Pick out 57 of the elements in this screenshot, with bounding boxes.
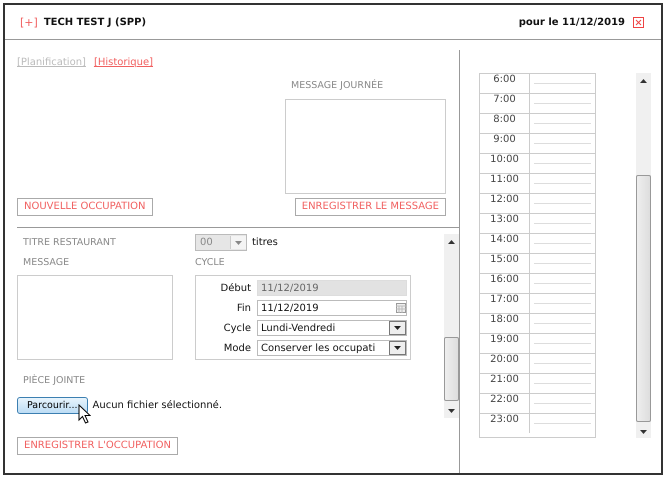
hour-cell: 21:00 bbox=[480, 374, 530, 393]
hour-cell: 9:00 bbox=[480, 134, 530, 153]
dropdown[interactable]: Conserver les occupati bbox=[257, 340, 407, 356]
hour-cell: 19:00 bbox=[480, 334, 530, 353]
message-field[interactable] bbox=[17, 275, 173, 360]
file-status: Aucun fichier sélectionné. bbox=[92, 400, 222, 411]
field-label: Mode bbox=[222, 342, 252, 354]
field-label: TITRE RESTAURANT bbox=[23, 237, 117, 248]
field-label: Cycle bbox=[222, 322, 252, 334]
field-label: Début bbox=[220, 282, 252, 294]
date-field[interactable]: 11/12/2019 bbox=[257, 300, 407, 316]
scroll-down-icon[interactable] bbox=[448, 409, 455, 413]
scrollbar[interactable] bbox=[636, 73, 651, 438]
save-message-button[interactable]: ENREGISTRER LE MESSAGE bbox=[294, 198, 446, 216]
tab[interactable]: [Historique] bbox=[94, 57, 154, 75]
close-icon[interactable] bbox=[633, 16, 644, 28]
tab[interactable]: [Planification] bbox=[17, 57, 86, 75]
unit-label: titres bbox=[252, 237, 278, 248]
pointer-cursor-icon bbox=[78, 404, 91, 424]
caret-icon bbox=[394, 346, 401, 350]
caret-icon bbox=[394, 326, 401, 330]
field-label: Fin bbox=[236, 302, 252, 314]
scrollbar[interactable] bbox=[444, 234, 459, 418]
hour-cell: 12:00 bbox=[480, 194, 530, 213]
new-occupation-button[interactable]: NOUVELLE OCCUPATION bbox=[17, 198, 152, 216]
field-label: MESSAGE bbox=[23, 257, 70, 268]
hour-cell: 10:00 bbox=[480, 154, 530, 173]
hour-cell: 14:00 bbox=[480, 234, 530, 253]
hour-cell: 6:00 bbox=[480, 74, 530, 93]
hour-cell: 8:00 bbox=[480, 114, 530, 133]
hour-cell: 17:00 bbox=[480, 294, 530, 313]
field-label: CYCLE bbox=[195, 257, 225, 268]
field-label: MESSAGE JOURNÉE bbox=[291, 80, 384, 91]
expand-link[interactable]: [+] bbox=[20, 16, 38, 28]
calendar-icon[interactable] bbox=[396, 303, 406, 313]
hour-cell: 7:00 bbox=[480, 94, 530, 113]
hour-cell: 13:00 bbox=[480, 214, 530, 233]
scroll-up-icon[interactable] bbox=[640, 79, 647, 83]
message-field[interactable] bbox=[285, 99, 446, 194]
caret-icon bbox=[235, 240, 242, 244]
hour-cell: 15:00 bbox=[480, 254, 530, 273]
scroll-down-icon[interactable] bbox=[640, 430, 647, 434]
hour-cell: 16:00 bbox=[480, 274, 530, 293]
date-label: pour le 11/12/2019 bbox=[518, 16, 625, 28]
save-occupation-button[interactable]: ENREGISTRER L'OCCUPATION bbox=[17, 437, 178, 455]
hour-cell: 20:00 bbox=[480, 354, 530, 373]
hour-cell: 23:00 bbox=[480, 414, 530, 433]
window-title: TECH TEST J (SPP) bbox=[44, 16, 146, 28]
dropdown[interactable]: Lundi-Vendredi bbox=[257, 320, 407, 336]
scroll-thumb[interactable] bbox=[444, 337, 459, 401]
hour-cell: 11:00 bbox=[480, 174, 530, 193]
field-label: PIÈCE JOINTE bbox=[23, 375, 86, 386]
scroll-up-icon[interactable] bbox=[448, 240, 455, 244]
scroll-thumb[interactable] bbox=[636, 175, 651, 422]
hour-cell: 22:00 bbox=[480, 394, 530, 413]
browse-button[interactable]: Parcourir... bbox=[17, 397, 88, 414]
hour-cell: 18:00 bbox=[480, 314, 530, 333]
